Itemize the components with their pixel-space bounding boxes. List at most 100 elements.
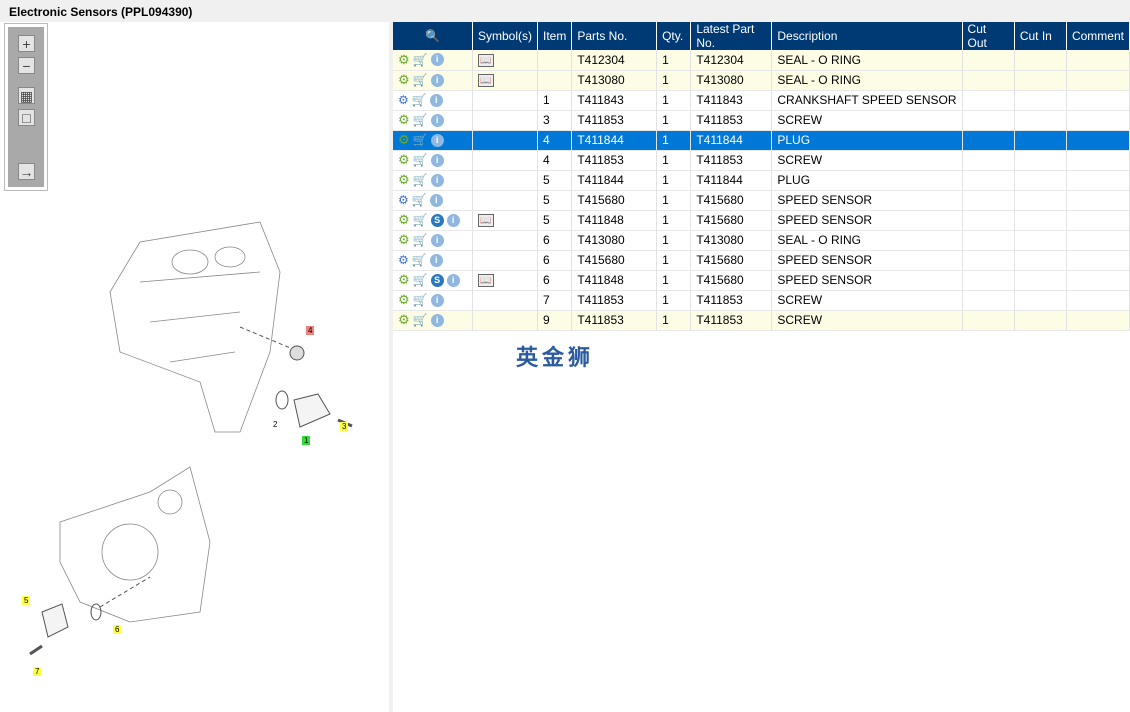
comment-cell bbox=[1066, 130, 1130, 151]
sensor-assembly-lower bbox=[29, 576, 151, 656]
cart-icon[interactable]: 🛒 bbox=[413, 233, 428, 247]
table-row[interactable]: ⚙ 🛒 i 4 T411853 1 T411853 SCREW bbox=[393, 150, 1130, 171]
table-row[interactable]: ⚙ 🛒 i 9 T411853 1 T411853 SCREW bbox=[393, 310, 1130, 331]
cart-icon[interactable]: 🛒 bbox=[413, 213, 428, 227]
info-icon[interactable]: i bbox=[429, 93, 443, 107]
column-header-item[interactable]: Item bbox=[537, 22, 573, 50]
gear-icon[interactable]: ⚙ bbox=[398, 52, 410, 68]
info-icon[interactable]: i bbox=[430, 313, 444, 327]
column-header-cut-in[interactable]: Cut In bbox=[1014, 22, 1067, 50]
symbols-cell bbox=[472, 250, 538, 271]
column-header-parts-no[interactable]: Parts No. bbox=[571, 22, 658, 50]
engine-block-drawing bbox=[109, 221, 281, 433]
description-cell: SCREW bbox=[771, 310, 963, 331]
column-header-cut-out[interactable]: Cut Out bbox=[962, 22, 1015, 50]
info-icon[interactable]: i bbox=[446, 213, 460, 227]
parts-table: 🔍 Symbol(s) Item Parts No. Qty. Latest P… bbox=[393, 22, 1130, 331]
gear-icon[interactable]: ⚙ bbox=[398, 232, 410, 248]
item-cell: 9 bbox=[537, 310, 573, 331]
cut-out-cell bbox=[962, 70, 1015, 91]
qty-cell: 1 bbox=[656, 130, 692, 151]
column-header-comment[interactable]: Comment bbox=[1066, 22, 1130, 50]
description-cell: SPEED SENSOR bbox=[771, 210, 963, 231]
item-cell: 6 bbox=[537, 250, 573, 271]
table-row[interactable]: ⚙ 🛒 i 7 T411853 1 T411853 SCREW bbox=[393, 290, 1130, 311]
cart-icon[interactable]: 🛒 bbox=[413, 293, 428, 307]
supersession-icon[interactable]: S bbox=[430, 273, 444, 287]
gear-icon[interactable]: ⚙ bbox=[398, 172, 410, 188]
callout-2[interactable]: 2 bbox=[273, 420, 278, 429]
table-row[interactable]: ⚙ 🛒 i 6 T415680 1 T415680 SPEED SENSOR bbox=[393, 250, 1130, 271]
book-view-icon[interactable]: 📖 bbox=[477, 53, 494, 67]
gear-icon[interactable]: ⚙ bbox=[398, 112, 410, 128]
cart-icon[interactable]: 🛒 bbox=[413, 133, 428, 147]
info-icon[interactable]: i bbox=[430, 173, 444, 187]
comment-cell bbox=[1066, 90, 1130, 111]
latest-part-no-cell: T411843 bbox=[690, 90, 773, 111]
symbols-cell bbox=[472, 130, 538, 151]
info-icon[interactable]: i bbox=[430, 73, 444, 87]
table-row[interactable]: ⚙ 🛒 i 1 T411843 1 T411843 CRANKSHAFT SPEED SENS… bbox=[393, 90, 1130, 111]
symbols-cell bbox=[472, 150, 538, 171]
info-icon[interactable]: i bbox=[446, 273, 460, 287]
latest-part-no-cell: T413080 bbox=[690, 230, 773, 251]
column-header-symbols[interactable]: Symbol(s) bbox=[472, 22, 538, 50]
item-cell: 6 bbox=[537, 270, 573, 291]
callout-7[interactable]: 7 bbox=[35, 667, 40, 676]
table-row[interactable]: ⚙ 🛒 Si 📖 5 T411848 1 T415680 SPEED SENSOR bbox=[393, 210, 1130, 231]
info-icon[interactable]: i bbox=[430, 233, 444, 247]
cart-icon[interactable]: 🛒 bbox=[413, 113, 428, 127]
table-row[interactable]: ⚙ 🛒 i 5 T411844 1 T411844 PLUG bbox=[393, 170, 1130, 191]
info-icon[interactable]: i bbox=[429, 253, 443, 267]
book-view-icon[interactable]: 📖 bbox=[477, 274, 494, 288]
cart-icon[interactable]: 🛒 bbox=[413, 173, 428, 187]
table-row[interactable]: ⚙ 🛒 Si 📖 6 T411848 1 T415680 SPEED SENSOR bbox=[393, 270, 1130, 291]
supersession-icon[interactable]: S bbox=[430, 213, 444, 227]
cart-icon[interactable]: 🛒 bbox=[413, 313, 428, 327]
cart-icon[interactable]: 🛒 bbox=[413, 153, 428, 167]
cart-icon[interactable]: 🛒 bbox=[413, 73, 428, 87]
cart-icon[interactable]: 🛒 bbox=[413, 273, 428, 287]
multi-gear-icon[interactable]: ⚙ bbox=[398, 253, 409, 267]
info-icon[interactable]: i bbox=[430, 153, 444, 167]
info-icon[interactable]: i bbox=[430, 113, 444, 127]
info-icon[interactable]: i bbox=[430, 53, 444, 67]
diagram-panel[interactable]: + − ▦ □ → 4 1 2 3 5 6 7 bbox=[0, 22, 389, 712]
multi-gear-icon[interactable]: ⚙ bbox=[398, 93, 409, 107]
callout-1[interactable]: 1 bbox=[304, 436, 309, 445]
table-row[interactable]: ⚙ 🛒 i 4 T411844 1 T411844 PLUG bbox=[393, 130, 1130, 151]
symbols-cell bbox=[472, 170, 538, 191]
info-icon[interactable]: i bbox=[430, 293, 444, 307]
cart-icon[interactable]: 🛒 bbox=[412, 193, 427, 207]
multi-gear-icon[interactable]: ⚙ bbox=[398, 193, 409, 207]
gear-icon[interactable]: ⚙ bbox=[398, 152, 410, 168]
callout-5[interactable]: 5 bbox=[24, 596, 29, 605]
column-header-qty[interactable]: Qty. bbox=[656, 22, 692, 50]
callout-4[interactable]: 4 bbox=[308, 326, 313, 335]
table-row[interactable]: ⚙ 🛒 i 3 T411853 1 T411853 SCREW bbox=[393, 110, 1130, 131]
column-header-description[interactable]: Description bbox=[771, 22, 963, 50]
book-view-icon[interactable]: 📖 bbox=[477, 74, 494, 88]
cart-icon[interactable]: 🛒 bbox=[413, 53, 428, 67]
gear-icon[interactable]: ⚙ bbox=[398, 132, 410, 148]
gear-icon[interactable]: ⚙ bbox=[398, 212, 410, 228]
column-header-latest-part-no[interactable]: Latest Part No. bbox=[690, 22, 773, 50]
table-row[interactable]: ⚙ 🛒 i 5 T415680 1 T415680 SPEED SENSOR bbox=[393, 190, 1130, 211]
gear-icon[interactable]: ⚙ bbox=[398, 312, 410, 328]
column-header-actions[interactable]: 🔍 bbox=[393, 22, 473, 50]
info-icon[interactable]: i bbox=[429, 193, 443, 207]
callout-6[interactable]: 6 bbox=[115, 625, 120, 634]
cut-out-cell bbox=[962, 170, 1015, 191]
table-row[interactable]: ⚙ 🛒 i 📖 T413080 1 T413080 SEAL - O RING bbox=[393, 70, 1130, 91]
gear-icon[interactable]: ⚙ bbox=[398, 292, 410, 308]
cart-icon[interactable]: 🛒 bbox=[412, 253, 427, 267]
gear-icon[interactable]: ⚙ bbox=[398, 72, 410, 88]
table-row[interactable]: ⚙ 🛒 i 6 T413080 1 T413080 SEAL - O RING bbox=[393, 230, 1130, 251]
book-view-icon[interactable]: 📖 bbox=[477, 214, 494, 228]
cart-icon[interactable]: 🛒 bbox=[412, 93, 427, 107]
gear-icon[interactable]: ⚙ bbox=[398, 272, 410, 288]
table-row[interactable]: ⚙ 🛒 i 📖 T412304 1 T412304 SEAL - O RING bbox=[393, 50, 1130, 71]
symbols-cell: 📖 bbox=[472, 70, 538, 91]
callout-3[interactable]: 3 bbox=[342, 422, 347, 431]
info-icon[interactable]: i bbox=[430, 133, 444, 147]
